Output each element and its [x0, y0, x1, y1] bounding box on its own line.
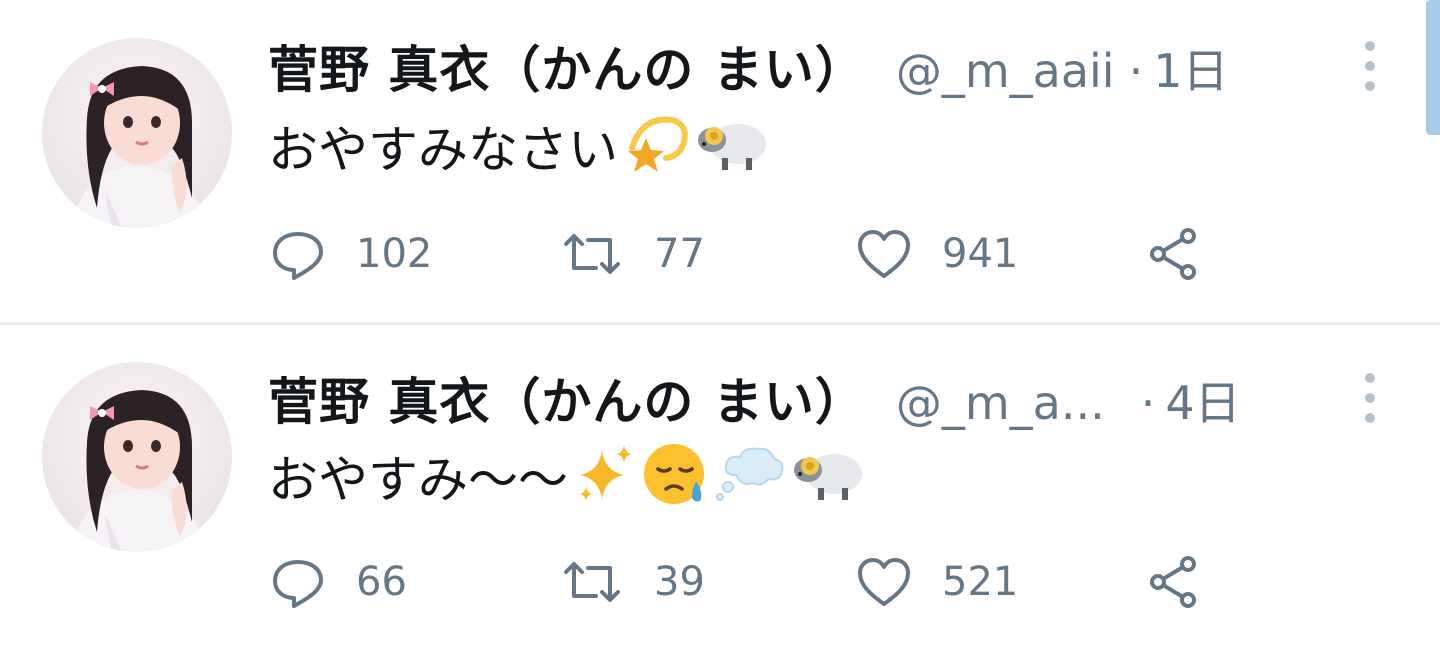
tweet-header: 菅野 真衣（かんの まい） @_m_a... · 4日 — [268, 362, 1380, 434]
avatar[interactable] — [42, 38, 232, 228]
sleepy-face-emoji — [642, 441, 710, 511]
retweet-count: 77 — [654, 231, 705, 277]
share-button[interactable] — [1146, 552, 1202, 612]
retweet-button[interactable]: 77 — [560, 224, 705, 284]
tweet-body: おやすみなさい — [268, 110, 768, 182]
display-name[interactable]: 菅野 真衣（かんの まい） — [268, 362, 866, 434]
tweet-text: おやすみなさい — [268, 121, 618, 179]
reply-count: 102 — [356, 231, 433, 277]
sparkles-emoji — [572, 441, 638, 511]
tweet-header: 菅野 真衣（かんの まい） @_m_aaii · 1日 — [268, 30, 1380, 102]
reply-icon — [273, 232, 323, 280]
reply-count: 66 — [356, 559, 407, 605]
display-name[interactable]: 菅野 真衣（かんの まい） — [268, 30, 866, 102]
tweet-body: おやすみ〜〜 — [268, 440, 864, 512]
tweet-actions: 66 39 521 — [270, 552, 1230, 612]
retweet-icon — [564, 562, 620, 602]
reply-button[interactable]: 102 — [270, 224, 432, 284]
like-button[interactable]: 941 — [856, 224, 1018, 284]
share-icon — [1150, 556, 1196, 608]
share-icon — [1150, 228, 1196, 280]
avatar[interactable] — [42, 362, 232, 552]
tweet-divider — [0, 322, 1440, 325]
reply-button[interactable]: 66 — [270, 552, 407, 612]
heart-icon — [858, 558, 910, 606]
tweet[interactable]: 菅野 真衣（かんの まい） @_m_a... · 4日 おやすみ〜〜 66 39… — [0, 326, 1440, 648]
header-separator: · — [1140, 376, 1156, 430]
heart-icon — [858, 230, 910, 278]
tweet-text: おやすみ〜〜 — [268, 451, 568, 509]
reply-icon — [273, 560, 323, 608]
tweet-actions: 102 77 941 — [270, 224, 1230, 284]
thought-balloon-emoji — [714, 445, 786, 507]
like-count: 941 — [942, 231, 1019, 277]
tweet[interactable]: 菅野 真衣（かんの まい） @_m_aaii · 1日 おやすみなさい 102 … — [0, 0, 1440, 322]
header-separator: · — [1128, 44, 1144, 98]
more-vertical-icon[interactable] — [1358, 38, 1382, 94]
timeline: 菅野 真衣（かんの まい） @_m_aaii · 1日 おやすみなさい 102 … — [0, 0, 1440, 648]
dizzy-star-emoji — [622, 112, 690, 180]
retweet-button[interactable]: 39 — [560, 552, 705, 612]
ram-emoji — [694, 114, 768, 178]
like-count: 521 — [942, 559, 1019, 605]
user-handle[interactable]: @_m_a... — [896, 376, 1105, 430]
tweet-timestamp[interactable]: 1日 — [1153, 35, 1228, 101]
more-vertical-icon[interactable] — [1358, 370, 1382, 426]
retweet-count: 39 — [654, 559, 705, 605]
tweet-timestamp[interactable]: 4日 — [1165, 367, 1240, 433]
like-button[interactable]: 521 — [856, 552, 1018, 612]
ram-emoji — [790, 444, 864, 508]
user-handle[interactable]: @_m_aaii — [896, 44, 1115, 98]
retweet-icon — [564, 234, 620, 274]
share-button[interactable] — [1146, 224, 1202, 284]
